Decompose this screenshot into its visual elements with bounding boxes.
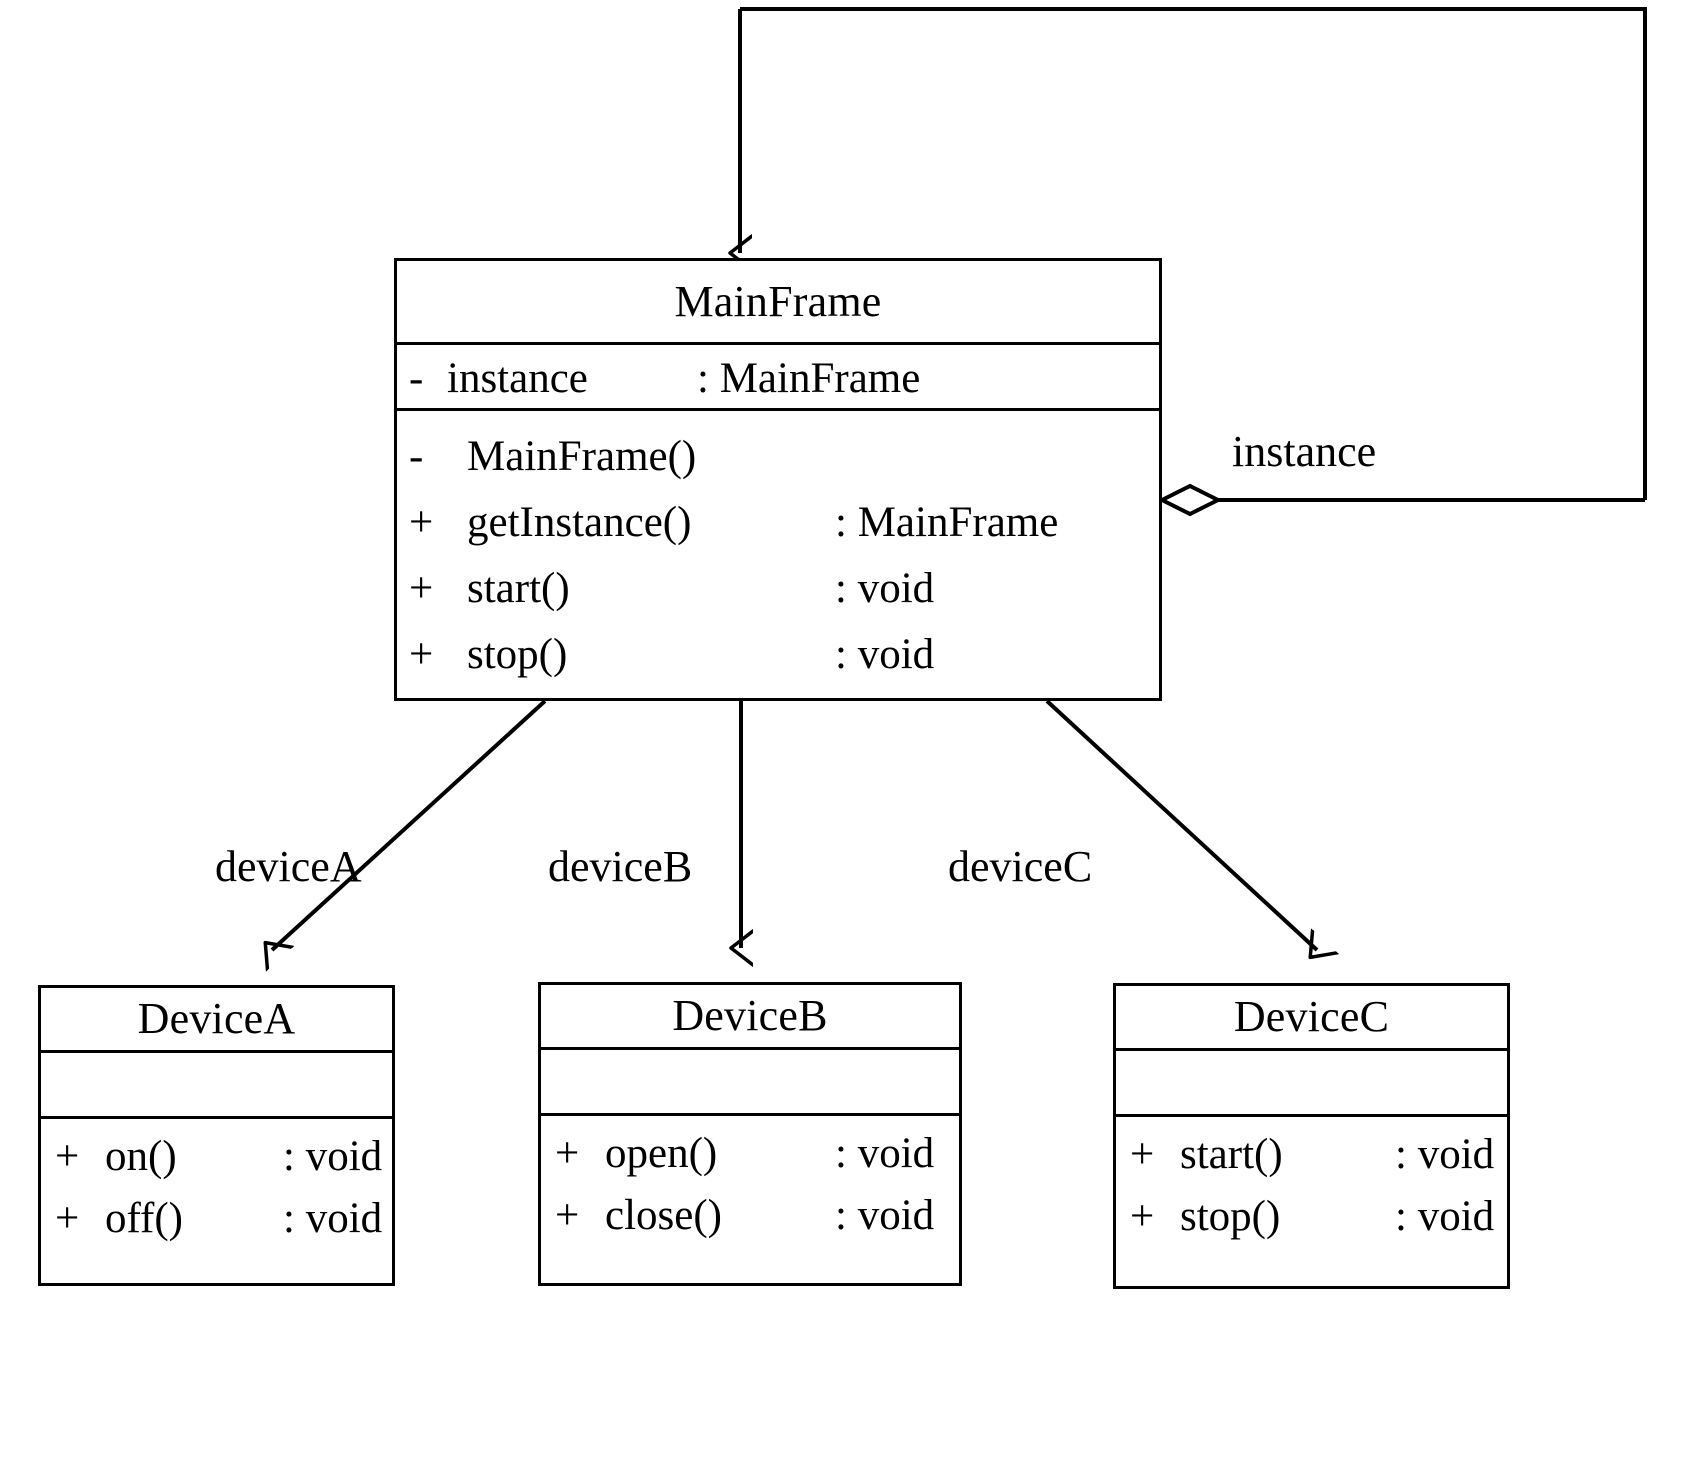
class-box-devicea[interactable]: DeviceA + on() : void + off() : void (38, 985, 395, 1286)
class-box-devicec[interactable]: DeviceC + start() : void + stop() : void (1113, 983, 1510, 1289)
operation-row: + getInstance() : MainFrame (397, 489, 1159, 555)
visibility-marker: + (555, 1129, 580, 1177)
class-name-compartment-devicec: DeviceC (1116, 986, 1507, 1048)
operation-row: + start() : void (397, 555, 1159, 621)
attribute-row: - instance : MainFrame (397, 345, 1159, 411)
operation-type: : void (1395, 1130, 1495, 1178)
operation-name: MainFrame() (467, 432, 697, 480)
class-name-compartment-devicea: DeviceA (41, 988, 392, 1050)
operation-name: start() (1180, 1130, 1283, 1178)
visibility-marker: + (409, 498, 434, 546)
operation-name: stop() (1180, 1192, 1281, 1240)
connector-deviceA (272, 699, 547, 950)
class-name-compartment-mainframe: MainFrame (397, 261, 1159, 342)
operation-name: close() (605, 1191, 722, 1239)
operation-type: : void (835, 1191, 935, 1239)
edge-label-instance: instance (1232, 427, 1377, 476)
class-name-deviceb: DeviceB (672, 991, 828, 1040)
operation-row: + off() : void (41, 1187, 392, 1249)
class-name-compartment-deviceb: DeviceB (541, 985, 959, 1047)
attribute-name: instance (447, 354, 588, 402)
operation-compartment-devicea: + on() : void + off() : void (41, 1116, 392, 1249)
operation-compartment-mainframe: - MainFrame() + getInstance() : MainFram… (397, 408, 1159, 687)
aggregation-diamond (1157, 483, 1223, 517)
operation-row: - MainFrame() (397, 423, 1159, 489)
class-name-devicea: DeviceA (137, 994, 296, 1043)
operation-type: : void (835, 1129, 935, 1177)
attribute-compartment-deviceb (541, 1047, 959, 1113)
attribute-type: : MainFrame (697, 354, 921, 402)
visibility-marker: + (409, 564, 434, 612)
uml-class-diagram-canvas: MainFrame - instance : MainFrame - MainF… (0, 0, 1707, 1468)
edge-label-devicec: deviceC (948, 842, 1093, 891)
operation-type: : void (1395, 1192, 1495, 1240)
operation-name: off() (105, 1194, 184, 1242)
visibility-marker: + (1130, 1130, 1155, 1178)
class-name-mainframe: MainFrame (674, 276, 882, 326)
visibility-marker: - (409, 354, 424, 402)
class-name-devicec: DeviceC (1233, 992, 1390, 1041)
visibility-marker: + (1130, 1192, 1155, 1240)
operation-row: + stop() : void (397, 621, 1159, 687)
attribute-compartment-mainframe: - instance : MainFrame (397, 342, 1159, 408)
operation-type: : void (835, 630, 935, 678)
class-box-deviceb[interactable]: DeviceB + open() : void + close() : void (538, 982, 962, 1286)
operation-name: open() (605, 1129, 718, 1177)
class-box-mainframe[interactable]: MainFrame - instance : MainFrame - MainF… (394, 258, 1162, 701)
visibility-marker: + (555, 1191, 580, 1239)
operation-row: + start() : void (1116, 1123, 1507, 1185)
attribute-compartment-devicec (1116, 1048, 1507, 1114)
operation-row: + open() : void (541, 1122, 959, 1184)
operation-row: + on() : void (41, 1125, 392, 1187)
operation-row: + stop() : void (1116, 1185, 1507, 1247)
operation-name: start() (467, 564, 570, 612)
operation-row: + close() : void (541, 1184, 959, 1246)
edge-label-deviceb: deviceB (548, 842, 693, 891)
visibility-marker: + (55, 1194, 80, 1242)
visibility-marker: + (409, 630, 434, 678)
operation-type: : void (835, 564, 935, 612)
connector-deviceC (1045, 699, 1317, 950)
operation-type: : void (283, 1132, 383, 1180)
operation-name: getInstance() (467, 498, 692, 546)
operation-compartment-devicec: + start() : void + stop() : void (1116, 1114, 1507, 1247)
attribute-compartment-devicea (41, 1050, 392, 1116)
operation-type: : void (283, 1194, 383, 1242)
operation-compartment-deviceb: + open() : void + close() : void (541, 1113, 959, 1246)
edge-label-devicea: deviceA (215, 842, 362, 891)
operation-name: on() (105, 1132, 177, 1180)
visibility-marker: - (409, 432, 424, 480)
visibility-marker: + (55, 1132, 80, 1180)
operation-name: stop() (467, 630, 568, 678)
operation-type: : MainFrame (835, 498, 1059, 546)
